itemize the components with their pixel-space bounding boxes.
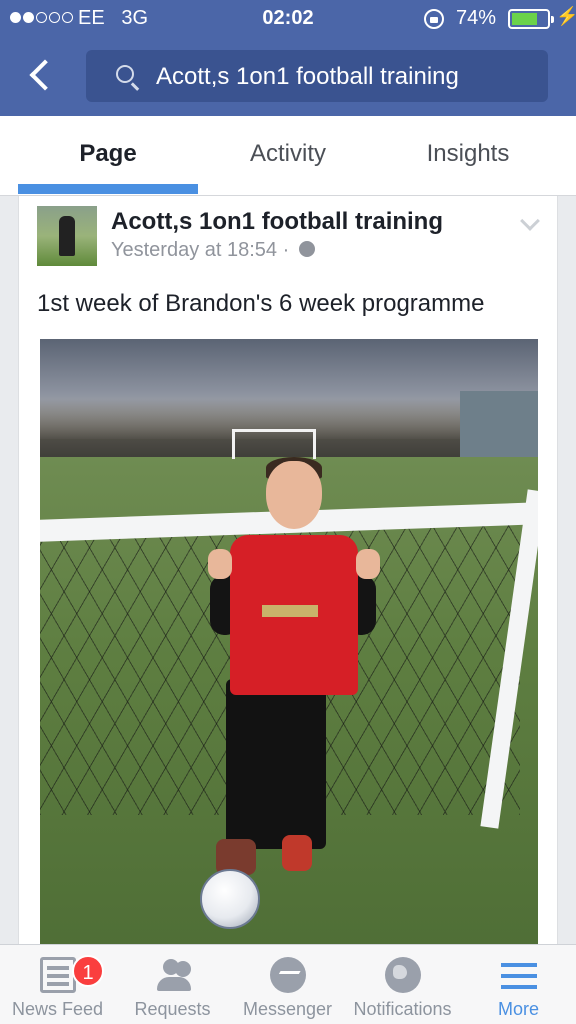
hamburger-icon (500, 957, 537, 993)
tab-label: News Feed (11, 999, 104, 1019)
search-icon (116, 65, 134, 83)
battery-percent: 74% (456, 7, 497, 29)
post-photo[interactable] (40, 339, 538, 956)
news-feed-icon (39, 957, 76, 993)
globe-icon (384, 957, 421, 993)
tab-label: Messenger (242, 999, 333, 1019)
tab-more[interactable]: More (461, 945, 576, 1024)
back-button[interactable] (24, 56, 60, 96)
post-text: 1st week of Brandon's 6 week programme (37, 290, 485, 317)
tab-notifications[interactable]: Notifications (345, 945, 460, 1024)
globe-icon (298, 240, 315, 257)
tab-label: Requests (134, 999, 211, 1019)
tab-insights[interactable]: Insights (378, 140, 558, 168)
post-timestamp[interactable]: Yesterday at 18:54 (111, 239, 277, 261)
messenger-icon (269, 957, 306, 993)
charging-icon: ⚡ (556, 6, 576, 26)
news-feed-badge: 1 (72, 955, 104, 987)
tab-activity[interactable]: Activity (198, 140, 378, 168)
chevron-down-icon[interactable] (520, 211, 540, 231)
tab-requests[interactable]: Requests (115, 945, 230, 1024)
search-bar[interactable]: Acott,s 1on1 football training (86, 50, 548, 102)
rotation-lock-icon (424, 9, 444, 29)
battery-icon (508, 9, 554, 29)
status-bar: EE 3G 02:02 74% ⚡ (0, 0, 576, 38)
search-query: Acott,s 1on1 football training (156, 63, 459, 90)
post-card: Acott,s 1on1 football training Yesterday… (18, 196, 558, 956)
tab-label: More (497, 999, 539, 1019)
tab-news-feed[interactable]: 1 News Feed (0, 945, 115, 1024)
meta-separator: · (282, 239, 290, 261)
post-page-name[interactable]: Acott,s 1on1 football training (111, 208, 443, 236)
bottom-tab-bar: 1 News Feed Requests Messenger Notificat… (0, 944, 576, 1024)
top-bar: EE 3G 02:02 74% ⚡ Acott,s 1on1 football … (0, 0, 576, 116)
tab-label: Notifications (353, 999, 452, 1019)
active-tab-indicator (18, 184, 198, 194)
page-avatar[interactable] (37, 206, 97, 266)
page-tabs: Page Activity Insights (0, 116, 576, 196)
tab-messenger[interactable]: Messenger (230, 945, 345, 1024)
friend-requests-icon (155, 957, 191, 993)
post-meta: Yesterday at 18:54 · (111, 239, 315, 262)
tab-page[interactable]: Page (18, 140, 198, 168)
